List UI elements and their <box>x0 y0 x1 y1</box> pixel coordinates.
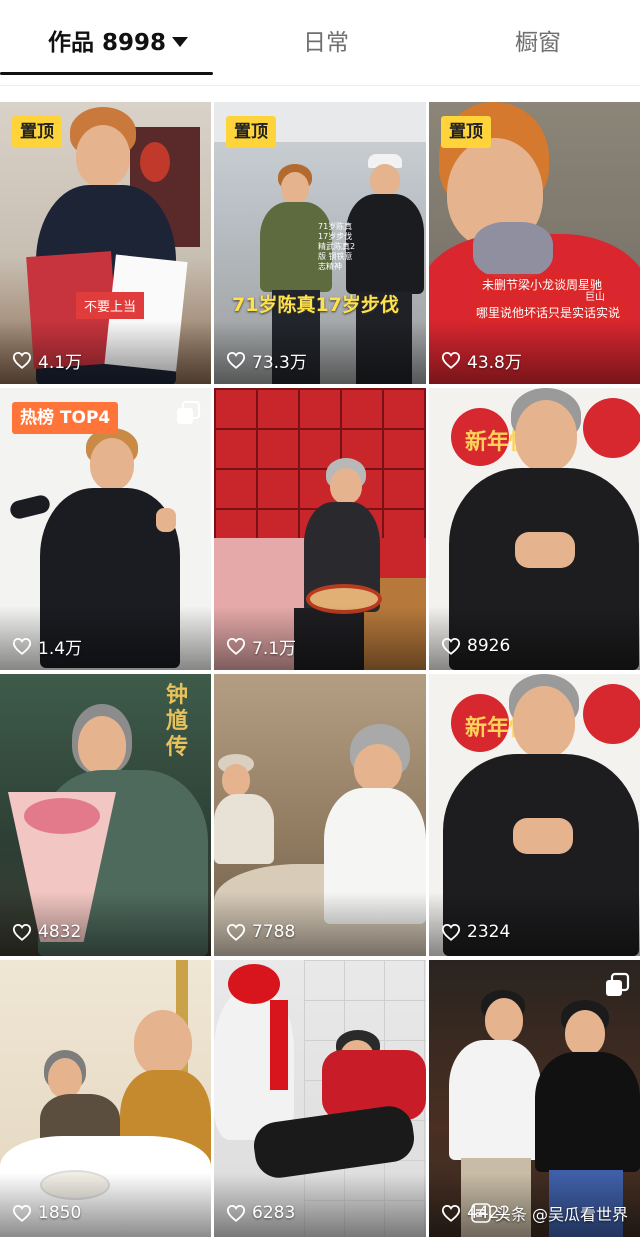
video-thumbnail[interactable]: 新年快乐 8926 <box>429 388 640 670</box>
active-tab-indicator <box>0 72 213 75</box>
video-thumbnail[interactable]: 未删节梁小龙谈周星驰 哪里说他坏话只是实话实说 巨山 置顶 43.8万 <box>429 102 640 384</box>
toutiao-logo-icon <box>471 1203 491 1223</box>
like-count: 7788 <box>226 920 295 944</box>
like-count-text: 1.4万 <box>38 638 83 659</box>
like-count: 6283 <box>226 1201 295 1225</box>
watermark-text: 头条 @吴瓜看世界 <box>494 1205 628 1224</box>
video-thumbnail[interactable]: 7788 <box>214 674 426 956</box>
heart-icon <box>226 637 246 655</box>
hot-rank-badge: 热榜 TOP4 <box>12 402 119 434</box>
like-count: 43.8万 <box>441 348 522 373</box>
caret-down-icon[interactable] <box>172 37 189 47</box>
video-thumbnail[interactable]: 6283 <box>214 960 426 1237</box>
like-count-text: 4.1万 <box>38 352 83 373</box>
heart-icon <box>441 351 461 369</box>
thumbnail-side-text: 71岁陈真 17岁步伐 精武陈真2版 钢铁意志精神 <box>318 222 356 271</box>
thumbnail-tag: 巨山 <box>585 292 605 303</box>
like-count: 7.1万 <box>226 634 297 659</box>
heart-icon <box>12 923 32 941</box>
tab-shop[interactable]: 橱窗 <box>508 26 568 60</box>
video-thumbnail[interactable]: 不要上当 置顶 4.1万 <box>0 102 211 384</box>
like-count-text: 1850 <box>38 1203 82 1223</box>
heart-icon <box>12 1204 32 1222</box>
thumbnail-overlay-text: 71岁陈真17岁步伐 <box>232 294 399 316</box>
profile-tabs: 作品 8998 日常 橱窗 <box>0 0 640 86</box>
video-thumbnail[interactable]: 4422 <box>429 960 640 1237</box>
like-count-text: 7788 <box>252 922 296 942</box>
heart-icon <box>441 923 461 941</box>
tabs-divider <box>0 85 640 86</box>
like-count: 1.4万 <box>12 634 83 659</box>
tab-works-label: 作品 <box>48 30 94 56</box>
like-count: 1850 <box>12 1201 81 1225</box>
decoration-text: 钟馗传 <box>166 682 189 760</box>
like-count: 4.1万 <box>12 348 83 373</box>
heart-icon <box>226 923 246 941</box>
multi-photo-icon <box>177 400 201 424</box>
heart-icon <box>441 637 461 655</box>
video-thumbnail[interactable]: 71岁陈真17岁步伐 71岁陈真 17岁步伐 精武陈真2版 钢铁意志精神 置顶 … <box>214 102 426 384</box>
pinned-badge: 置顶 <box>12 116 62 148</box>
tab-works-count: 8998 <box>102 30 167 56</box>
video-thumbnail[interactable]: 新年快乐 2324 <box>429 674 640 956</box>
video-thumbnail[interactable]: 1850 <box>0 960 211 1237</box>
like-count: 8926 <box>441 634 510 658</box>
multi-photo-icon <box>606 972 630 996</box>
like-count: 73.3万 <box>226 348 307 373</box>
video-grid: 不要上当 置顶 4.1万 71岁陈真17岁步伐 71岁陈真 17岁步伐 精武陈真… <box>0 102 640 1237</box>
source-watermark: 头条 @吴瓜看世界 <box>471 1201 628 1225</box>
pinned-badge: 置顶 <box>226 116 276 148</box>
heart-icon <box>12 637 32 655</box>
like-count-text: 7.1万 <box>252 638 297 659</box>
thumbnail-overlay-text: 不要上当 <box>76 292 145 319</box>
heart-icon <box>226 1204 246 1222</box>
like-count-text: 8926 <box>467 636 511 656</box>
heart-icon <box>441 1204 461 1222</box>
like-count: 2324 <box>441 920 510 944</box>
like-count-text: 2324 <box>467 922 511 942</box>
video-thumbnail[interactable]: 热榜 TOP4 1.4万 <box>0 388 211 670</box>
tab-works[interactable]: 作品 8998 <box>48 26 208 60</box>
video-thumbnail[interactable]: 7.1万 <box>214 388 426 670</box>
heart-icon <box>226 351 246 369</box>
video-thumbnail[interactable]: 钟馗传 4832 <box>0 674 211 956</box>
like-count-text: 73.3万 <box>252 352 307 373</box>
like-count: 4832 <box>12 920 81 944</box>
like-count-text: 6283 <box>252 1203 296 1223</box>
like-count-text: 4832 <box>38 922 82 942</box>
heart-icon <box>12 351 32 369</box>
pinned-badge: 置顶 <box>441 116 491 148</box>
tab-daily[interactable]: 日常 <box>296 26 356 60</box>
like-count-text: 43.8万 <box>467 352 522 373</box>
